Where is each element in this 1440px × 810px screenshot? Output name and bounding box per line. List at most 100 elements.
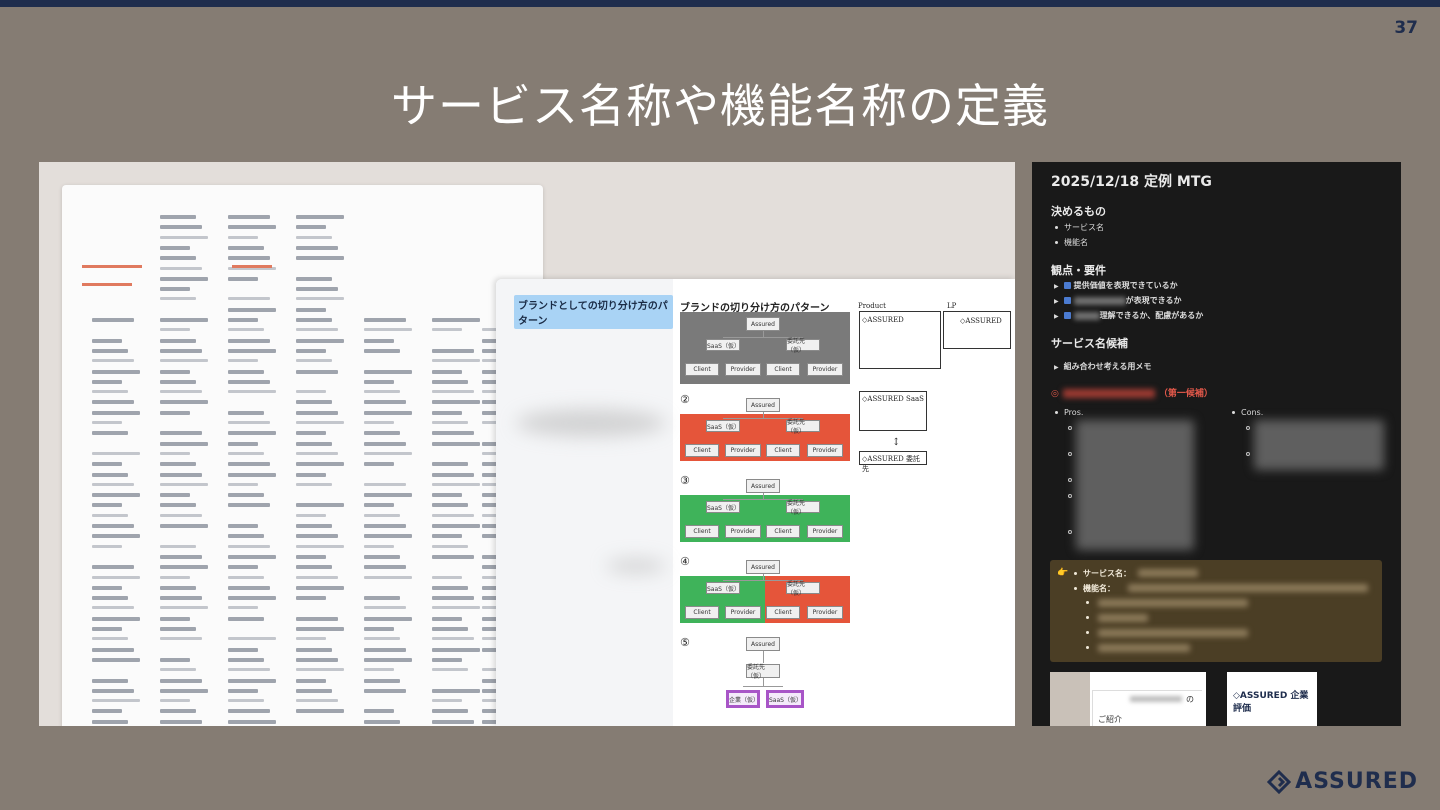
sheet-cell bbox=[92, 647, 134, 652]
sheet-cell bbox=[296, 215, 344, 219]
meeting-title: 2025/12/18 定例 MTG bbox=[1051, 174, 1212, 190]
sheet-cell bbox=[228, 225, 276, 230]
sheet-cell bbox=[160, 328, 190, 332]
toggle-criteria-1[interactable]: ▶ 提供価値を表現できているか bbox=[1054, 280, 1178, 291]
sheet-cell bbox=[160, 575, 190, 579]
sheet-cell bbox=[160, 266, 202, 270]
sheet-cell bbox=[160, 585, 196, 590]
sheet-cell bbox=[432, 328, 462, 332]
diagram-node: Client bbox=[766, 444, 800, 457]
sheet-cell bbox=[296, 400, 332, 405]
sheet-cell bbox=[296, 524, 332, 528]
sheet-cell bbox=[364, 678, 400, 683]
pros-label: Pros. bbox=[1055, 408, 1083, 417]
sheet-cell bbox=[160, 390, 202, 394]
sheet-cell bbox=[296, 554, 326, 559]
sub-bullet bbox=[1068, 494, 1072, 498]
sheet-cell bbox=[364, 688, 406, 693]
sheet-cell bbox=[432, 524, 480, 528]
diagram-node: Provider bbox=[807, 606, 843, 619]
sheet-cell bbox=[228, 544, 270, 548]
first-candidate: ◎ （第一候補） bbox=[1051, 389, 1213, 399]
diagram-node: Provider bbox=[807, 363, 843, 376]
sheet-cell bbox=[160, 627, 196, 631]
sheet-cell bbox=[296, 688, 332, 693]
sheet-cell bbox=[228, 256, 270, 261]
callout-proposal: 👉 サービス名： 機能名： bbox=[1050, 560, 1382, 662]
thumbnail-brand[interactable]: ◇ASSURED 企業評価 調査 bbox=[1227, 672, 1317, 726]
toggle-criteria-2[interactable]: ▶ が表現できるか bbox=[1054, 295, 1181, 306]
sheet-cell bbox=[228, 441, 258, 446]
toggle-criteria-3[interactable]: ▶ 理解できるか、配慮があるか bbox=[1054, 310, 1203, 321]
sheet-cell bbox=[228, 318, 258, 322]
sheet-cell bbox=[160, 338, 196, 343]
sheet-cell bbox=[296, 575, 338, 579]
sheet-cell bbox=[160, 513, 202, 517]
toggle-memo[interactable]: ▶ 組み合わせ考える用メモ bbox=[1054, 361, 1151, 372]
sheet-cell bbox=[432, 637, 474, 641]
sheet-cell bbox=[228, 616, 264, 621]
sheet-cell bbox=[296, 410, 338, 415]
sheet-cell bbox=[296, 678, 326, 683]
sheet-cell bbox=[432, 390, 474, 394]
sheet-cell bbox=[432, 379, 468, 384]
sheet-cell bbox=[296, 431, 326, 436]
blurred-note bbox=[516, 409, 666, 437]
sheet-cell bbox=[296, 482, 332, 486]
sheet-cell bbox=[364, 596, 400, 601]
sheet-cell bbox=[160, 709, 196, 714]
sheet-cell bbox=[160, 462, 196, 467]
blurred-note bbox=[606, 559, 666, 573]
sheet-cell bbox=[296, 328, 338, 332]
sheet-cell bbox=[228, 421, 270, 424]
sheet-cell bbox=[296, 359, 332, 363]
sheet-cell bbox=[364, 451, 412, 455]
sketch-product: ◇ASSURED bbox=[859, 311, 941, 369]
sheet-cell bbox=[228, 369, 264, 374]
sheet-cell bbox=[160, 245, 190, 250]
diagram-node: SaaS（仮） bbox=[706, 339, 740, 351]
sketch-logo-text: ◇ASSURED bbox=[960, 317, 1002, 325]
sheet-cell bbox=[432, 616, 462, 621]
sketch-logo-text: ◇ASSURED bbox=[862, 316, 904, 324]
sketch-saas: ◇ASSURED SaaS bbox=[859, 391, 927, 431]
thumbnail-intro[interactable]: の ご紹介 bbox=[1050, 672, 1206, 726]
sheet-cell bbox=[364, 668, 394, 672]
sheet-cell bbox=[228, 276, 258, 281]
diagram-tag: ブランドとしての切り分け方のパターン bbox=[514, 295, 673, 329]
brand-pattern-diagram: ブランドとしての切り分け方のパターン ブランドの切り分け方のパターン ①Assu… bbox=[496, 279, 1015, 726]
list-item: サービス名 bbox=[1055, 222, 1104, 233]
sheet-cell bbox=[432, 431, 474, 436]
diagram-node: Provider bbox=[807, 444, 843, 457]
sheet-cell bbox=[160, 554, 202, 559]
sheet-cell bbox=[92, 462, 122, 467]
sheet-cell bbox=[92, 318, 134, 322]
pointing-hand-icon: 👉 bbox=[1057, 568, 1069, 578]
sheet-cell bbox=[228, 482, 258, 486]
sheet-cell bbox=[364, 338, 394, 343]
diagram-node: Provider bbox=[807, 525, 843, 538]
sheet-cell bbox=[296, 297, 344, 301]
sheet-cell bbox=[364, 410, 412, 415]
sheet-cell bbox=[92, 534, 140, 539]
sheet-cell bbox=[296, 287, 338, 292]
sheet-cell bbox=[92, 719, 128, 724]
sheet-cell bbox=[432, 369, 462, 374]
assured-logo: ASSURED bbox=[1267, 769, 1418, 794]
sheet-cell bbox=[364, 400, 406, 405]
sub-bullet bbox=[1068, 478, 1072, 482]
sheet-cell bbox=[296, 276, 332, 281]
sheet-cell bbox=[432, 554, 474, 559]
sheet-cell bbox=[432, 688, 480, 693]
red-circle-icon: ◎ bbox=[1051, 389, 1059, 399]
sheet-cell bbox=[228, 338, 270, 343]
diagram-node: Provider bbox=[725, 444, 761, 457]
slide-title: サービス名称や機能名称の定義 bbox=[391, 79, 1049, 133]
sheet-cell bbox=[364, 709, 394, 714]
sheet-cell bbox=[228, 575, 264, 579]
sheet-cell bbox=[296, 235, 332, 239]
sheet-cell bbox=[296, 390, 326, 394]
sheet-cell bbox=[432, 596, 474, 601]
sheet-cell bbox=[364, 606, 406, 610]
sketch-kigyo: ◇ASSURED 委託先 bbox=[859, 451, 927, 473]
